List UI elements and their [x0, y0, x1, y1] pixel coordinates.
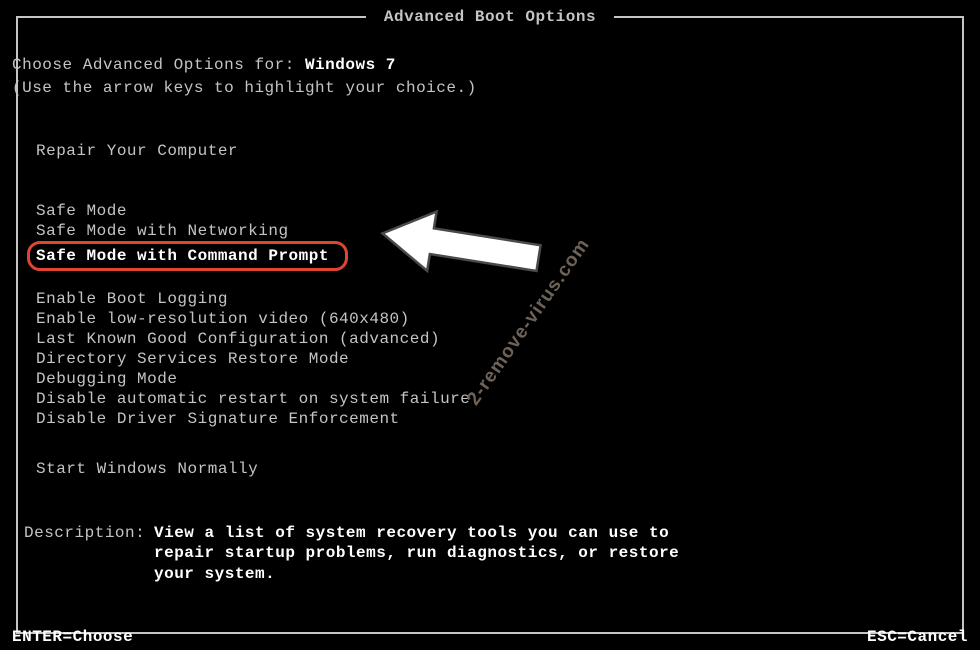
footer-esc: ESC=Cancel	[867, 627, 968, 648]
page-title: Advanced Boot Options	[376, 8, 604, 26]
footer-bar: ENTER=Choose ESC=Cancel	[12, 627, 968, 648]
footer-enter: ENTER=Choose	[12, 627, 133, 648]
screen-frame	[16, 16, 964, 634]
page-title-wrapper: Advanced Boot Options	[366, 7, 614, 28]
